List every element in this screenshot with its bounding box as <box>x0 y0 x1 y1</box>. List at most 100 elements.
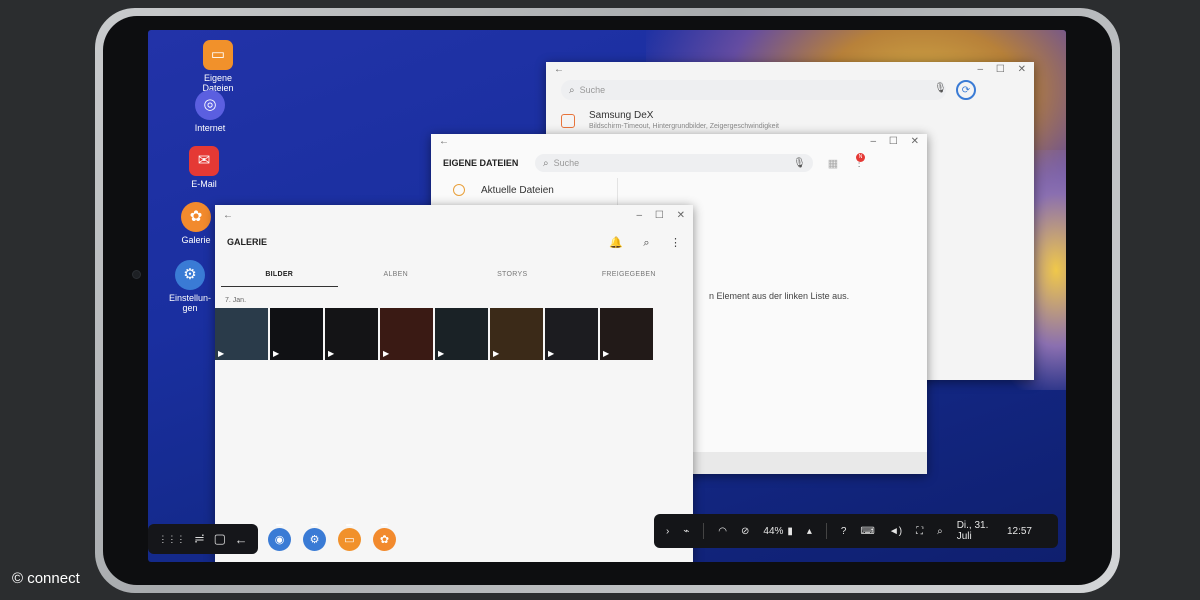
home-icon[interactable]: ▢ <box>214 531 226 547</box>
search-icon: ⌕ <box>543 157 549 169</box>
video-thumbnail[interactable]: ▶ <box>435 308 488 360</box>
date-header: 7. Jan. <box>225 297 247 304</box>
close-button[interactable]: ✕ <box>911 136 919 147</box>
back-arrow-icon[interactable]: ← <box>223 210 233 221</box>
maximize-button[interactable]: ☐ <box>996 64 1005 75</box>
back-icon[interactable]: ← <box>235 532 248 547</box>
back-arrow-icon[interactable]: ← <box>439 136 449 147</box>
video-thumbnail[interactable]: ▶ <box>215 308 268 360</box>
keyboard-icon[interactable]: ⌨ <box>860 526 874 537</box>
video-thumbnail[interactable]: ▶ <box>325 308 378 360</box>
gallery-app-icon[interactable]: ✿ <box>373 523 396 551</box>
sync-icon[interactable]: ⟳ <box>956 80 976 100</box>
minimize-button[interactable]: – <box>978 64 984 75</box>
mail-icon: ✉ <box>189 146 219 176</box>
notification-icon[interactable]: ⋮ N <box>854 152 866 169</box>
play-icon: ▶ <box>493 349 500 358</box>
play-icon: ▶ <box>438 349 445 358</box>
maximize-button[interactable]: ☐ <box>889 136 898 147</box>
search-icon[interactable]: ⌕ <box>937 526 943 537</box>
running-apps: ◉ ⚙ ▭ ✿ <box>268 523 408 554</box>
minimize-button[interactable]: – <box>637 210 643 221</box>
desktop-icon-label: E-Mail <box>191 179 217 189</box>
grid-view-icon[interactable]: ▦ <box>828 157 838 170</box>
folder-icon: ▭ <box>203 40 233 70</box>
time-label[interactable]: 12:57 <box>1007 526 1032 537</box>
navigation-bar: ⋮⋮⋮ ≓ ▢ ← <box>148 524 258 554</box>
microphone-icon[interactable]: 🎙 <box>934 83 947 94</box>
tab-bilder[interactable]: BILDER <box>221 267 338 287</box>
empty-state-hint: n Element aus der linken Liste aus. <box>709 291 850 301</box>
video-thumbnail[interactable]: ▶ <box>600 308 653 360</box>
settings-app-icon[interactable]: ⚙ <box>303 523 326 551</box>
watermark-text: © connect <box>12 570 80 587</box>
maximize-button[interactable]: ☐ <box>655 210 664 221</box>
search-placeholder: Suche <box>553 158 580 168</box>
bell-icon[interactable]: 🔔 <box>609 237 623 249</box>
settings-titlebar: ← – ☐ ✕ <box>546 62 1034 76</box>
tab-freigegeben[interactable]: FREIGEGEBEN <box>571 267 688 287</box>
close-button[interactable]: ✕ <box>677 210 685 221</box>
files-title: EIGENE DATEIEN <box>443 158 519 168</box>
internet-planet-icon: ◎ <box>195 90 225 120</box>
files-titlebar: ← – ☐ ✕ <box>431 134 927 148</box>
play-icon: ▶ <box>273 349 280 358</box>
date-label[interactable]: Di., 31. Juli <box>957 520 1001 542</box>
more-options-icon[interactable]: ⋮ <box>670 237 681 249</box>
video-thumbnail[interactable]: ▶ <box>270 308 323 360</box>
settings-item-title: Samsung DeX <box>589 110 654 121</box>
expand-chevron-icon[interactable]: › <box>666 526 669 537</box>
recents-icon[interactable]: ≓ <box>194 531 205 547</box>
settings-item-samsung-dex[interactable]: Samsung DeX Bildschirm-Timeout, Hintergr… <box>561 110 779 130</box>
battery-icon: ▮ <box>787 525 793 537</box>
app-drawer-icon[interactable]: ⋮⋮⋮ <box>158 534 185 545</box>
files-search-input[interactable]: ⌕ Suche <box>535 154 813 172</box>
gallery-tabs: BILDER ALBEN STORYS FREIGEGEBEN <box>215 267 693 287</box>
volume-icon[interactable]: ◄) <box>889 526 902 537</box>
tray-divider <box>703 523 705 539</box>
desktop-icon-label: Internet <box>194 123 226 133</box>
sidebar-item-label: Aktuelle Dateien <box>481 184 554 196</box>
notification-badge: N <box>856 152 866 162</box>
dex-desktop: ▭ Eigene Dateien ◎ Internet ✉ E-Mail ✿ G… <box>148 30 1066 562</box>
video-thumbnail[interactable]: ▶ <box>545 308 598 360</box>
desktop-icon-email[interactable]: ✉ E-Mail <box>164 146 244 189</box>
back-arrow-icon[interactable]: ← <box>554 64 564 75</box>
microphone-icon[interactable]: 🎙 <box>793 158 806 169</box>
play-icon: ▶ <box>603 349 610 358</box>
battery-percentage[interactable]: 44% <box>763 526 783 537</box>
do-not-disturb-icon[interactable]: ⊘ <box>741 526 749 537</box>
wifi-icon[interactable]: ◠ <box>718 526 727 537</box>
camera-app-icon[interactable]: ◉ <box>268 523 291 551</box>
video-thumbnail[interactable]: ▶ <box>490 308 543 360</box>
files-header: EIGENE DATEIEN ⌕ Suche 🎙 ▦ ⋮ N <box>431 148 927 178</box>
gallery-window[interactable]: ← – ☐ ✕ GALERIE 🔔 ⌕ ⋮ BILDER ALBEN STORY… <box>215 205 693 562</box>
tab-alben[interactable]: ALBEN <box>338 267 455 287</box>
video-thumbnail[interactable]: ▶ <box>380 308 433 360</box>
desktop-icon-internet[interactable]: ◎ Internet <box>170 90 250 133</box>
caret-up-icon[interactable]: ▴ <box>807 526 812 537</box>
desktop-icon-files[interactable]: ▭ Eigene Dateien <box>178 40 258 93</box>
sidebar-item-recent-files[interactable]: Aktuelle Dateien <box>431 178 617 202</box>
settings-item-subtitle: Bildschirm-Timeout, Hintergrundbilder, Z… <box>589 123 779 130</box>
search-placeholder: Suche <box>579 85 606 95</box>
cast-icon[interactable]: ⌁ <box>683 526 689 537</box>
screenshot-icon[interactable]: ⛶ <box>916 526 923 537</box>
tab-storys[interactable]: STORYS <box>454 267 571 287</box>
search-icon: ⌕ <box>569 84 575 96</box>
gallery-header: GALERIE 🔔 ⌕ ⋮ <box>215 225 693 259</box>
close-button[interactable]: ✕ <box>1018 64 1026 75</box>
thumbnail-grid: ▶ ▶ ▶ ▶ ▶ ▶ ▶ ▶ <box>215 308 693 360</box>
flower-icon: ✿ <box>181 202 211 232</box>
clock-icon <box>453 184 465 196</box>
settings-search-input[interactable]: ⌕ Suche <box>561 80 946 100</box>
gear-icon: ⚙ <box>175 260 205 290</box>
play-icon: ▶ <box>548 349 555 358</box>
search-icon[interactable]: ⌕ <box>643 237 649 249</box>
help-icon[interactable]: ? <box>841 526 847 537</box>
gallery-titlebar: ← – ☐ ✕ <box>215 205 693 225</box>
play-icon: ▶ <box>383 349 390 358</box>
dex-icon <box>561 114 575 128</box>
files-app-icon[interactable]: ▭ <box>338 523 361 551</box>
minimize-button[interactable]: – <box>871 136 877 147</box>
